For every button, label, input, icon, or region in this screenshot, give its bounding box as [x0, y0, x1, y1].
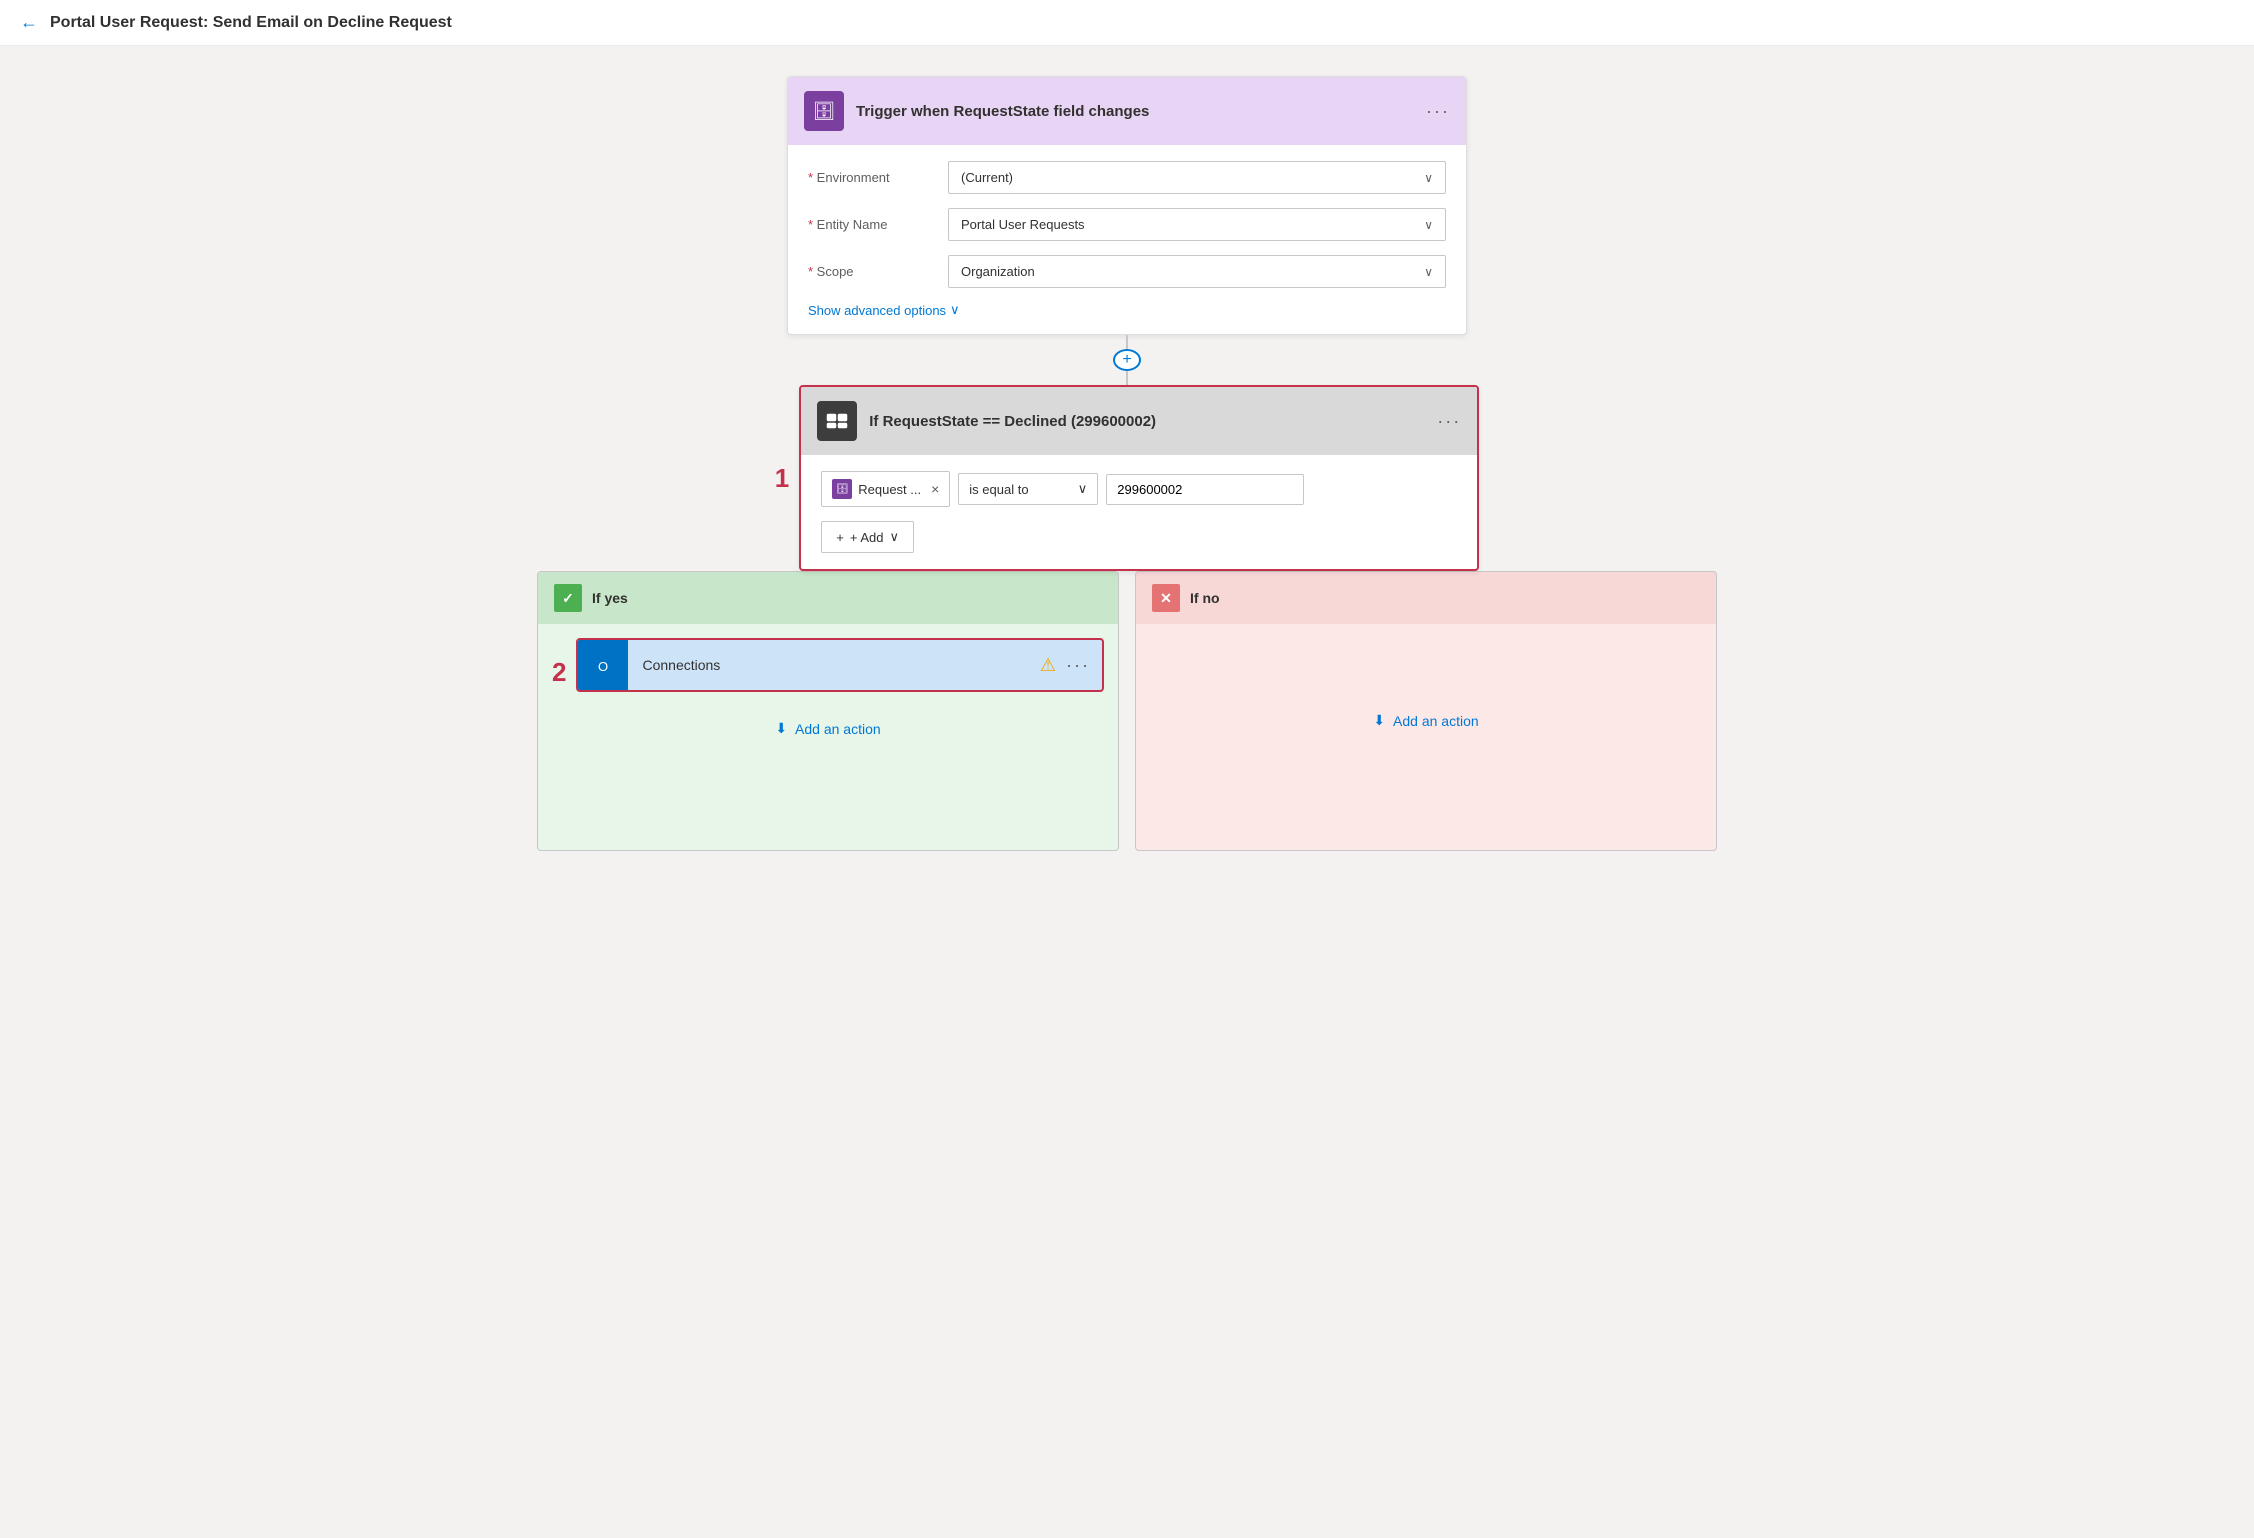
operator-select[interactable]: is equal to ∨ [958, 473, 1098, 505]
environment-label: * Environment [808, 170, 948, 185]
add-action-no-button[interactable]: ⬇ Add an action [1150, 698, 1702, 743]
environment-chevron: ∨ [1424, 171, 1433, 185]
entity-label: * Entity Name [808, 217, 948, 232]
trigger-card: 🗄 Trigger when RequestState field change… [787, 76, 1467, 335]
condition-card: If RequestState == Declined (299600002) … [799, 385, 1479, 571]
field-row-entity: * Entity Name Portal User Requests ∨ [808, 208, 1446, 241]
top-bar: ← Portal User Request: Send Email on Dec… [0, 0, 2254, 46]
trigger-body: * Environment (Current) ∨ * Entity Name … [788, 145, 1466, 334]
operator-chevron: ∨ [1078, 481, 1088, 497]
token-icon: 🗄 [832, 479, 852, 499]
connections-icons-right: ⚠ ··· [1040, 655, 1102, 676]
value-input[interactable] [1106, 474, 1304, 505]
condition-icon [817, 401, 857, 441]
token-label: Request ... [858, 482, 921, 497]
connections-label: Connections [628, 657, 1039, 673]
back-button[interactable]: ← [20, 12, 38, 33]
add-condition-button[interactable]: + + Add ∨ [821, 521, 1457, 553]
canvas: 🗄 Trigger when RequestState field change… [0, 46, 2254, 881]
add-action-yes-button[interactable]: ⬇ Add an action [552, 706, 1104, 751]
condition-body: 🗄 Request ... × is equal to ∨ + + Add ∨ [801, 455, 1477, 569]
page-title: Portal User Request: Send Email on Decli… [50, 14, 452, 32]
condition-wrapper: 1 If RequestState == Declined (299600002… [775, 385, 1479, 571]
branch-no-label: If no [1190, 590, 1220, 606]
svg-text:O: O [598, 659, 608, 674]
entity-select[interactable]: Portal User Requests ∨ [948, 208, 1446, 241]
token-close-button[interactable]: × [931, 481, 939, 497]
branch-no: ✕ If no ⬇ Add an action [1135, 571, 1717, 851]
connections-number: 2 [552, 657, 566, 688]
branch-yes-check: ✓ [554, 584, 582, 612]
trigger-icon: 🗄 [804, 91, 844, 131]
add-icon: + [836, 530, 844, 545]
condition-more-options[interactable]: ··· [1437, 411, 1461, 432]
condition-title: If RequestState == Declined (299600002) [869, 413, 1156, 430]
branch-no-x: ✕ [1152, 584, 1180, 612]
condition-number: 1 [775, 463, 789, 494]
connections-wrapper: 2 O Connections ⚠ ··· [552, 638, 1104, 706]
scope-select[interactable]: Organization ∨ [948, 255, 1446, 288]
add-step-button[interactable]: + [1113, 349, 1141, 371]
connector-line-top [1126, 335, 1128, 349]
condition-row: 🗄 Request ... × is equal to ∨ [821, 471, 1457, 507]
branch-no-header: ✕ If no [1136, 572, 1716, 624]
branch-yes: ✓ If yes 2 O Connections [537, 571, 1119, 851]
field-row-environment: * Environment (Current) ∨ [808, 161, 1446, 194]
show-advanced-button[interactable]: Show advanced options ∨ [808, 302, 1446, 318]
add-btn[interactable]: + + Add ∨ [821, 521, 914, 553]
connections-card: O Connections ⚠ ··· [576, 638, 1104, 692]
branch-yes-body: 2 O Connections ⚠ ··· [538, 624, 1118, 765]
branch-yes-label: If yes [592, 590, 628, 606]
environment-select[interactable]: (Current) ∨ [948, 161, 1446, 194]
entity-chevron: ∨ [1424, 218, 1433, 232]
scope-chevron: ∨ [1424, 265, 1433, 279]
connections-more-options[interactable]: ··· [1066, 655, 1090, 676]
add-action-icon: ⬇ [775, 720, 787, 737]
request-state-token[interactable]: 🗄 Request ... × [821, 471, 950, 507]
trigger-header: 🗄 Trigger when RequestState field change… [788, 77, 1466, 145]
add-action-no-icon: ⬇ [1373, 712, 1385, 729]
trigger-title: Trigger when RequestState field changes [856, 103, 1149, 120]
scope-label: * Scope [808, 264, 948, 279]
connector: + [1113, 335, 1141, 385]
branch-area: ✓ If yes 2 O Connections [537, 571, 1717, 851]
branch-no-body: ⬇ Add an action [1136, 624, 1716, 757]
branch-yes-header: ✓ If yes [538, 572, 1118, 624]
connections-icon: O [578, 640, 628, 690]
field-row-scope: * Scope Organization ∨ [808, 255, 1446, 288]
condition-header: If RequestState == Declined (299600002) … [801, 387, 1477, 455]
warning-icon: ⚠ [1040, 655, 1056, 676]
connector-line-bottom [1126, 371, 1128, 385]
trigger-more-options[interactable]: ··· [1426, 101, 1450, 122]
